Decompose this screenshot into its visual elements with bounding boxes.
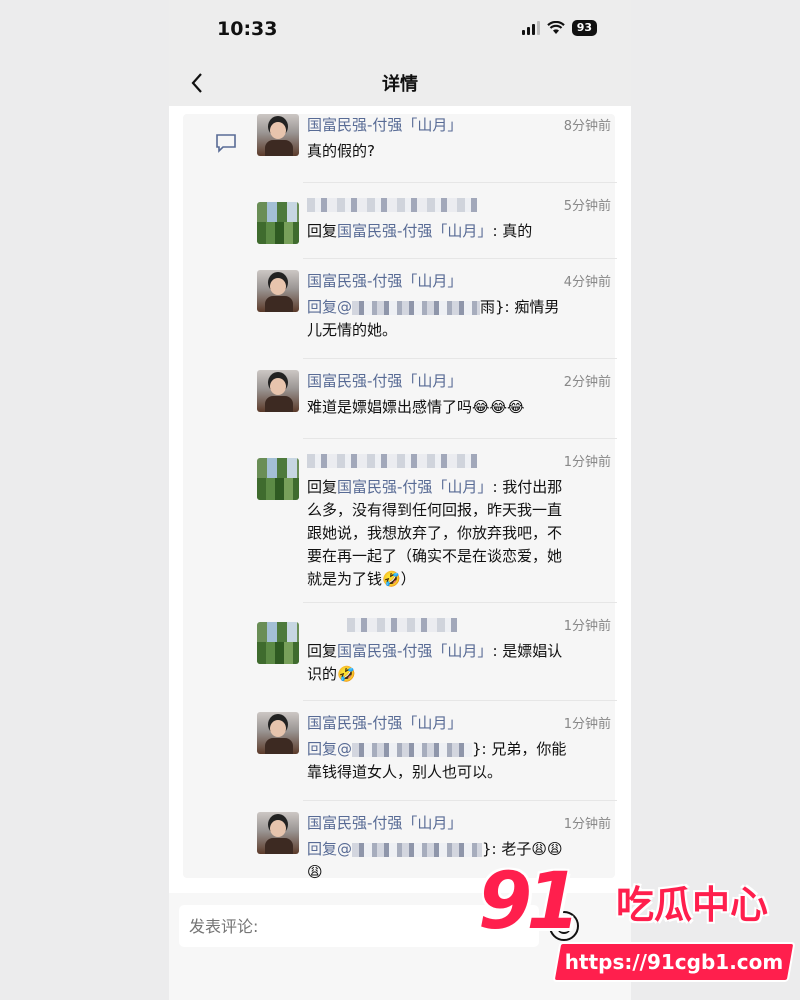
- comment-text: 回复@}: 兄弟，你能靠钱得道女人，别人也可以。: [307, 738, 569, 784]
- page-title: 详情: [382, 74, 418, 95]
- avatar[interactable]: [257, 458, 299, 500]
- blurred-mention: [352, 300, 481, 315]
- watermark-number: 91: [478, 857, 581, 947]
- comment-text: 回复国富民强-付强「山月」: 我付出那么多，没有得到任何回报，昨天我一直跟她说，…: [307, 476, 569, 591]
- watermark-url-badge: https://91cgb1.com: [552, 942, 796, 982]
- avatar[interactable]: [257, 202, 299, 244]
- comment-text: 真的假的?: [307, 142, 375, 160]
- reply-mention[interactable]: 国富民强-付强「山月」: [337, 642, 492, 660]
- comment-list: 国富民强-付强「山月」 8分钟前 真的假的? 5分钟前 回复国富民强-付强「山月…: [183, 114, 617, 881]
- comment-time: 5分钟前: [563, 199, 611, 214]
- reply-prefix: 回复: [307, 642, 338, 660]
- commenter-name[interactable]: 国富民强-付强「山月」: [307, 114, 462, 135]
- comment-text: 难道是嫖娼嫖出感情了吗😂😂😂: [307, 398, 525, 416]
- blurred-commenter-name: [307, 198, 477, 212]
- comment-time: 4分钟前: [563, 275, 611, 290]
- comment-text: 回复@ 雨}: 痴情男儿无情的她。: [307, 296, 569, 342]
- cellular-signal-icon: [521, 21, 540, 35]
- commenter-name[interactable]: 国富民强-付强「山月」: [307, 370, 462, 391]
- phone-screen: 10:33 93 详情 国富民强-付强「山月」 8分钟前 真的假的? 5分钟前 …: [169, 0, 631, 1000]
- watermark-brand: 吃瓜中心: [616, 883, 769, 927]
- avatar[interactable]: [257, 712, 299, 754]
- reply-mention[interactable]: 国富民强-付强「山月」: [337, 222, 492, 240]
- watermark-url: https://91cgb1.com: [564, 950, 784, 974]
- comment-time: 2分钟前: [563, 375, 611, 390]
- comment-text: 回复国富民强-付强「山月」: 是嫖娼认识的🤣: [307, 640, 569, 686]
- avatar[interactable]: [257, 270, 299, 312]
- status-time: 10:33: [217, 18, 278, 40]
- battery-indicator: 93: [571, 20, 597, 36]
- status-icons: 93: [521, 20, 597, 36]
- avatar[interactable]: [257, 622, 299, 664]
- comment-time: 1分钟前: [563, 455, 611, 470]
- commenter-name[interactable]: 国富民强-付强「山月」: [307, 712, 462, 733]
- reply-body: : 真的: [492, 222, 533, 240]
- blurred-commenter-name: [347, 618, 457, 632]
- reply-mention[interactable]: 国富民强-付强「山月」: [337, 478, 492, 496]
- watermark-logo: 91 吃瓜中心 https://91cgb1.com: [478, 858, 800, 1000]
- comment-icon: [216, 134, 236, 153]
- wifi-icon: [546, 21, 565, 34]
- reply-prefix[interactable]: 回复@: [307, 740, 352, 758]
- avatar[interactable]: [257, 114, 299, 156]
- commenter-name[interactable]: 国富民强-付强「山月」: [307, 270, 462, 291]
- avatar[interactable]: [257, 812, 299, 854]
- reply-prefix[interactable]: 回复@: [307, 298, 352, 316]
- avatar[interactable]: [257, 370, 299, 412]
- comment-time: 8分钟前: [563, 119, 611, 134]
- reply-prefix[interactable]: 回复@: [307, 840, 352, 858]
- blurred-mention: [352, 742, 473, 757]
- nav-bar: 详情: [169, 58, 631, 106]
- status-bar: 10:33 93: [169, 0, 631, 58]
- comment-time: 1分钟前: [563, 717, 611, 732]
- reply-prefix: 回复: [307, 478, 338, 496]
- reply-prefix: 回复: [307, 222, 338, 240]
- commenter-name[interactable]: 国富民强-付强「山月」: [307, 812, 462, 833]
- blurred-mention: [352, 842, 483, 857]
- comment-text: 回复国富民强-付强「山月」: 真的: [307, 220, 569, 243]
- blurred-commenter-name: [307, 454, 477, 468]
- comment-time: 1分钟前: [563, 817, 611, 832]
- comment-time: 1分钟前: [563, 619, 611, 634]
- comment-detail: 国富民强-付强「山月」 8分钟前 真的假的? 5分钟前 回复国富民强-付强「山月…: [169, 106, 631, 893]
